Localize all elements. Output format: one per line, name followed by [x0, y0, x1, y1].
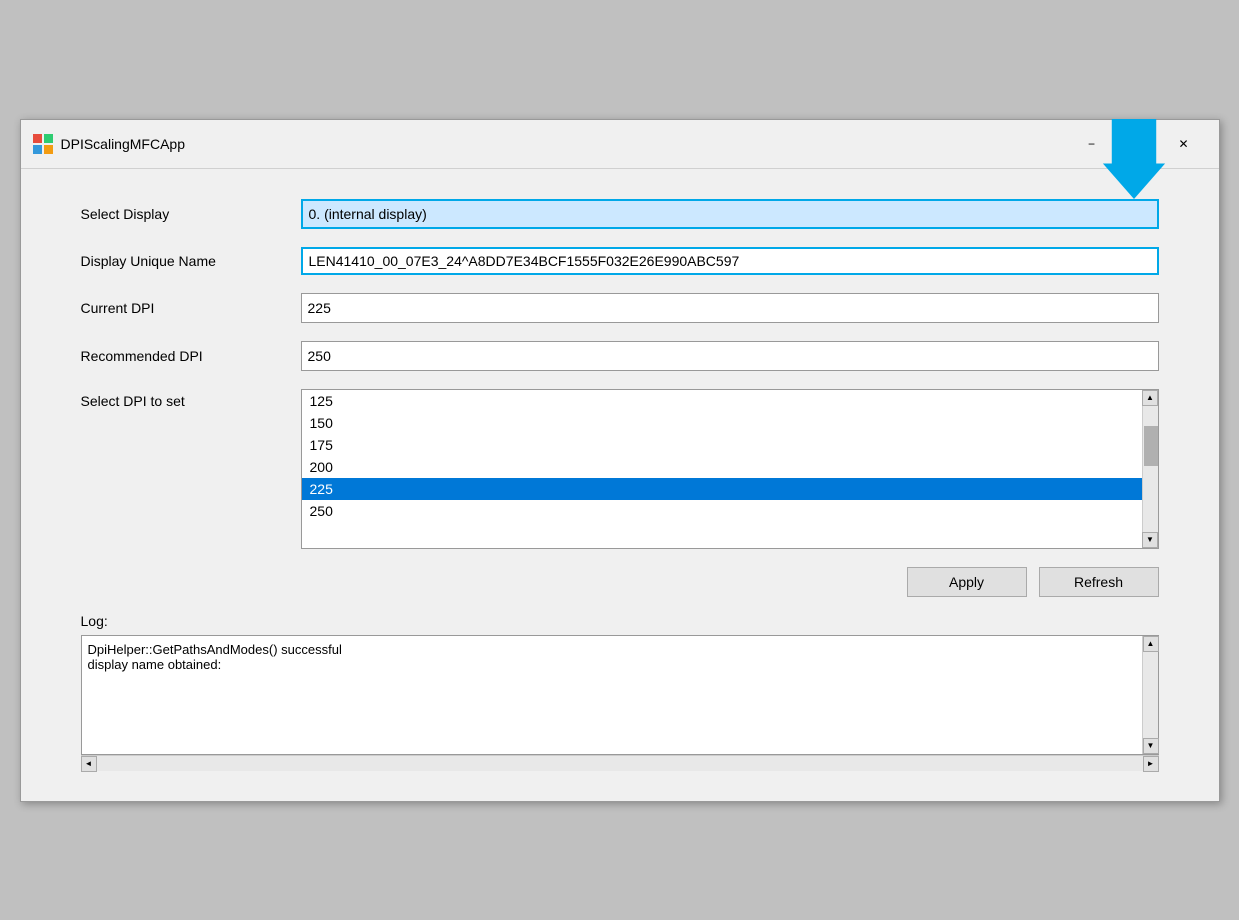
list-item[interactable]: 250: [302, 500, 1142, 522]
select-display-container: [301, 199, 1159, 229]
current-dpi-input[interactable]: [301, 293, 1159, 323]
arrow-indicator: [1099, 119, 1169, 202]
content-area: Select Display Display Unique Name LEN41…: [21, 169, 1219, 801]
log-box: DpiHelper::GetPathsAndModes() successful…: [81, 635, 1159, 755]
current-dpi-label: Current DPI: [81, 300, 301, 316]
display-unique-name-value: LEN41410_00_07E3_24^A8DD7E34BCF1555F032E…: [301, 247, 1159, 275]
log-label: Log:: [81, 613, 1159, 629]
scroll-up-button[interactable]: ▲: [1142, 390, 1158, 406]
select-dpi-row: Select DPI to set 125 150 175 200 225 25…: [81, 389, 1159, 549]
list-item[interactable]: 225: [302, 478, 1142, 500]
dpi-list-container[interactable]: 125 150 175 200 225 250 ▲ ▼: [301, 389, 1159, 549]
log-scroll-left-button[interactable]: ◄: [81, 756, 97, 772]
apply-button[interactable]: Apply: [907, 567, 1027, 597]
select-display-input[interactable]: [301, 199, 1159, 229]
list-item[interactable]: 175: [302, 434, 1142, 456]
main-window: DPIScalingMFCApp − □ ✕ Select Display: [20, 119, 1220, 802]
current-dpi-row: Current DPI: [81, 293, 1159, 323]
log-scrollbar: ▲ ▼: [1142, 636, 1158, 754]
recommended-dpi-label: Recommended DPI: [81, 348, 301, 364]
log-text: DpiHelper::GetPathsAndModes() successful…: [82, 636, 1142, 754]
scroll-thumb[interactable]: [1144, 426, 1158, 466]
log-scroll-down-button[interactable]: ▼: [1143, 738, 1159, 754]
display-unique-name-row: Display Unique Name LEN41410_00_07E3_24^…: [81, 247, 1159, 275]
recommended-dpi-row: Recommended DPI: [81, 341, 1159, 371]
log-hscroll-track: [97, 756, 1143, 771]
log-scroll-up-button[interactable]: ▲: [1143, 636, 1159, 652]
display-unique-name-label: Display Unique Name: [81, 253, 301, 269]
log-line-2: display name obtained:: [88, 657, 1136, 672]
recommended-dpi-input[interactable]: [301, 341, 1159, 371]
dpi-list[interactable]: 125 150 175 200 225 250: [302, 390, 1142, 548]
window-title: DPIScalingMFCApp: [61, 136, 1069, 152]
buttons-row: Apply Refresh: [81, 567, 1159, 597]
scroll-track: [1143, 406, 1158, 532]
dpi-scrollbar: ▲ ▼: [1142, 390, 1158, 548]
app-icon: [33, 134, 53, 154]
log-scroll-track: [1143, 652, 1158, 738]
list-item[interactable]: 200: [302, 456, 1142, 478]
log-scroll-right-button[interactable]: ►: [1143, 756, 1159, 772]
log-hscrollbar: ◄ ►: [81, 755, 1159, 771]
log-line-1: DpiHelper::GetPathsAndModes() successful: [88, 642, 1136, 657]
list-item[interactable]: 125: [302, 390, 1142, 412]
select-display-row: Select Display: [81, 199, 1159, 229]
list-item[interactable]: 150: [302, 412, 1142, 434]
log-section: Log: DpiHelper::GetPathsAndModes() succe…: [81, 613, 1159, 771]
select-display-label: Select Display: [81, 206, 301, 222]
scroll-down-button[interactable]: ▼: [1142, 532, 1158, 548]
refresh-button[interactable]: Refresh: [1039, 567, 1159, 597]
select-dpi-label: Select DPI to set: [81, 389, 301, 409]
log-wrapper: DpiHelper::GetPathsAndModes() successful…: [81, 635, 1159, 771]
title-bar: DPIScalingMFCApp − □ ✕: [21, 120, 1219, 169]
